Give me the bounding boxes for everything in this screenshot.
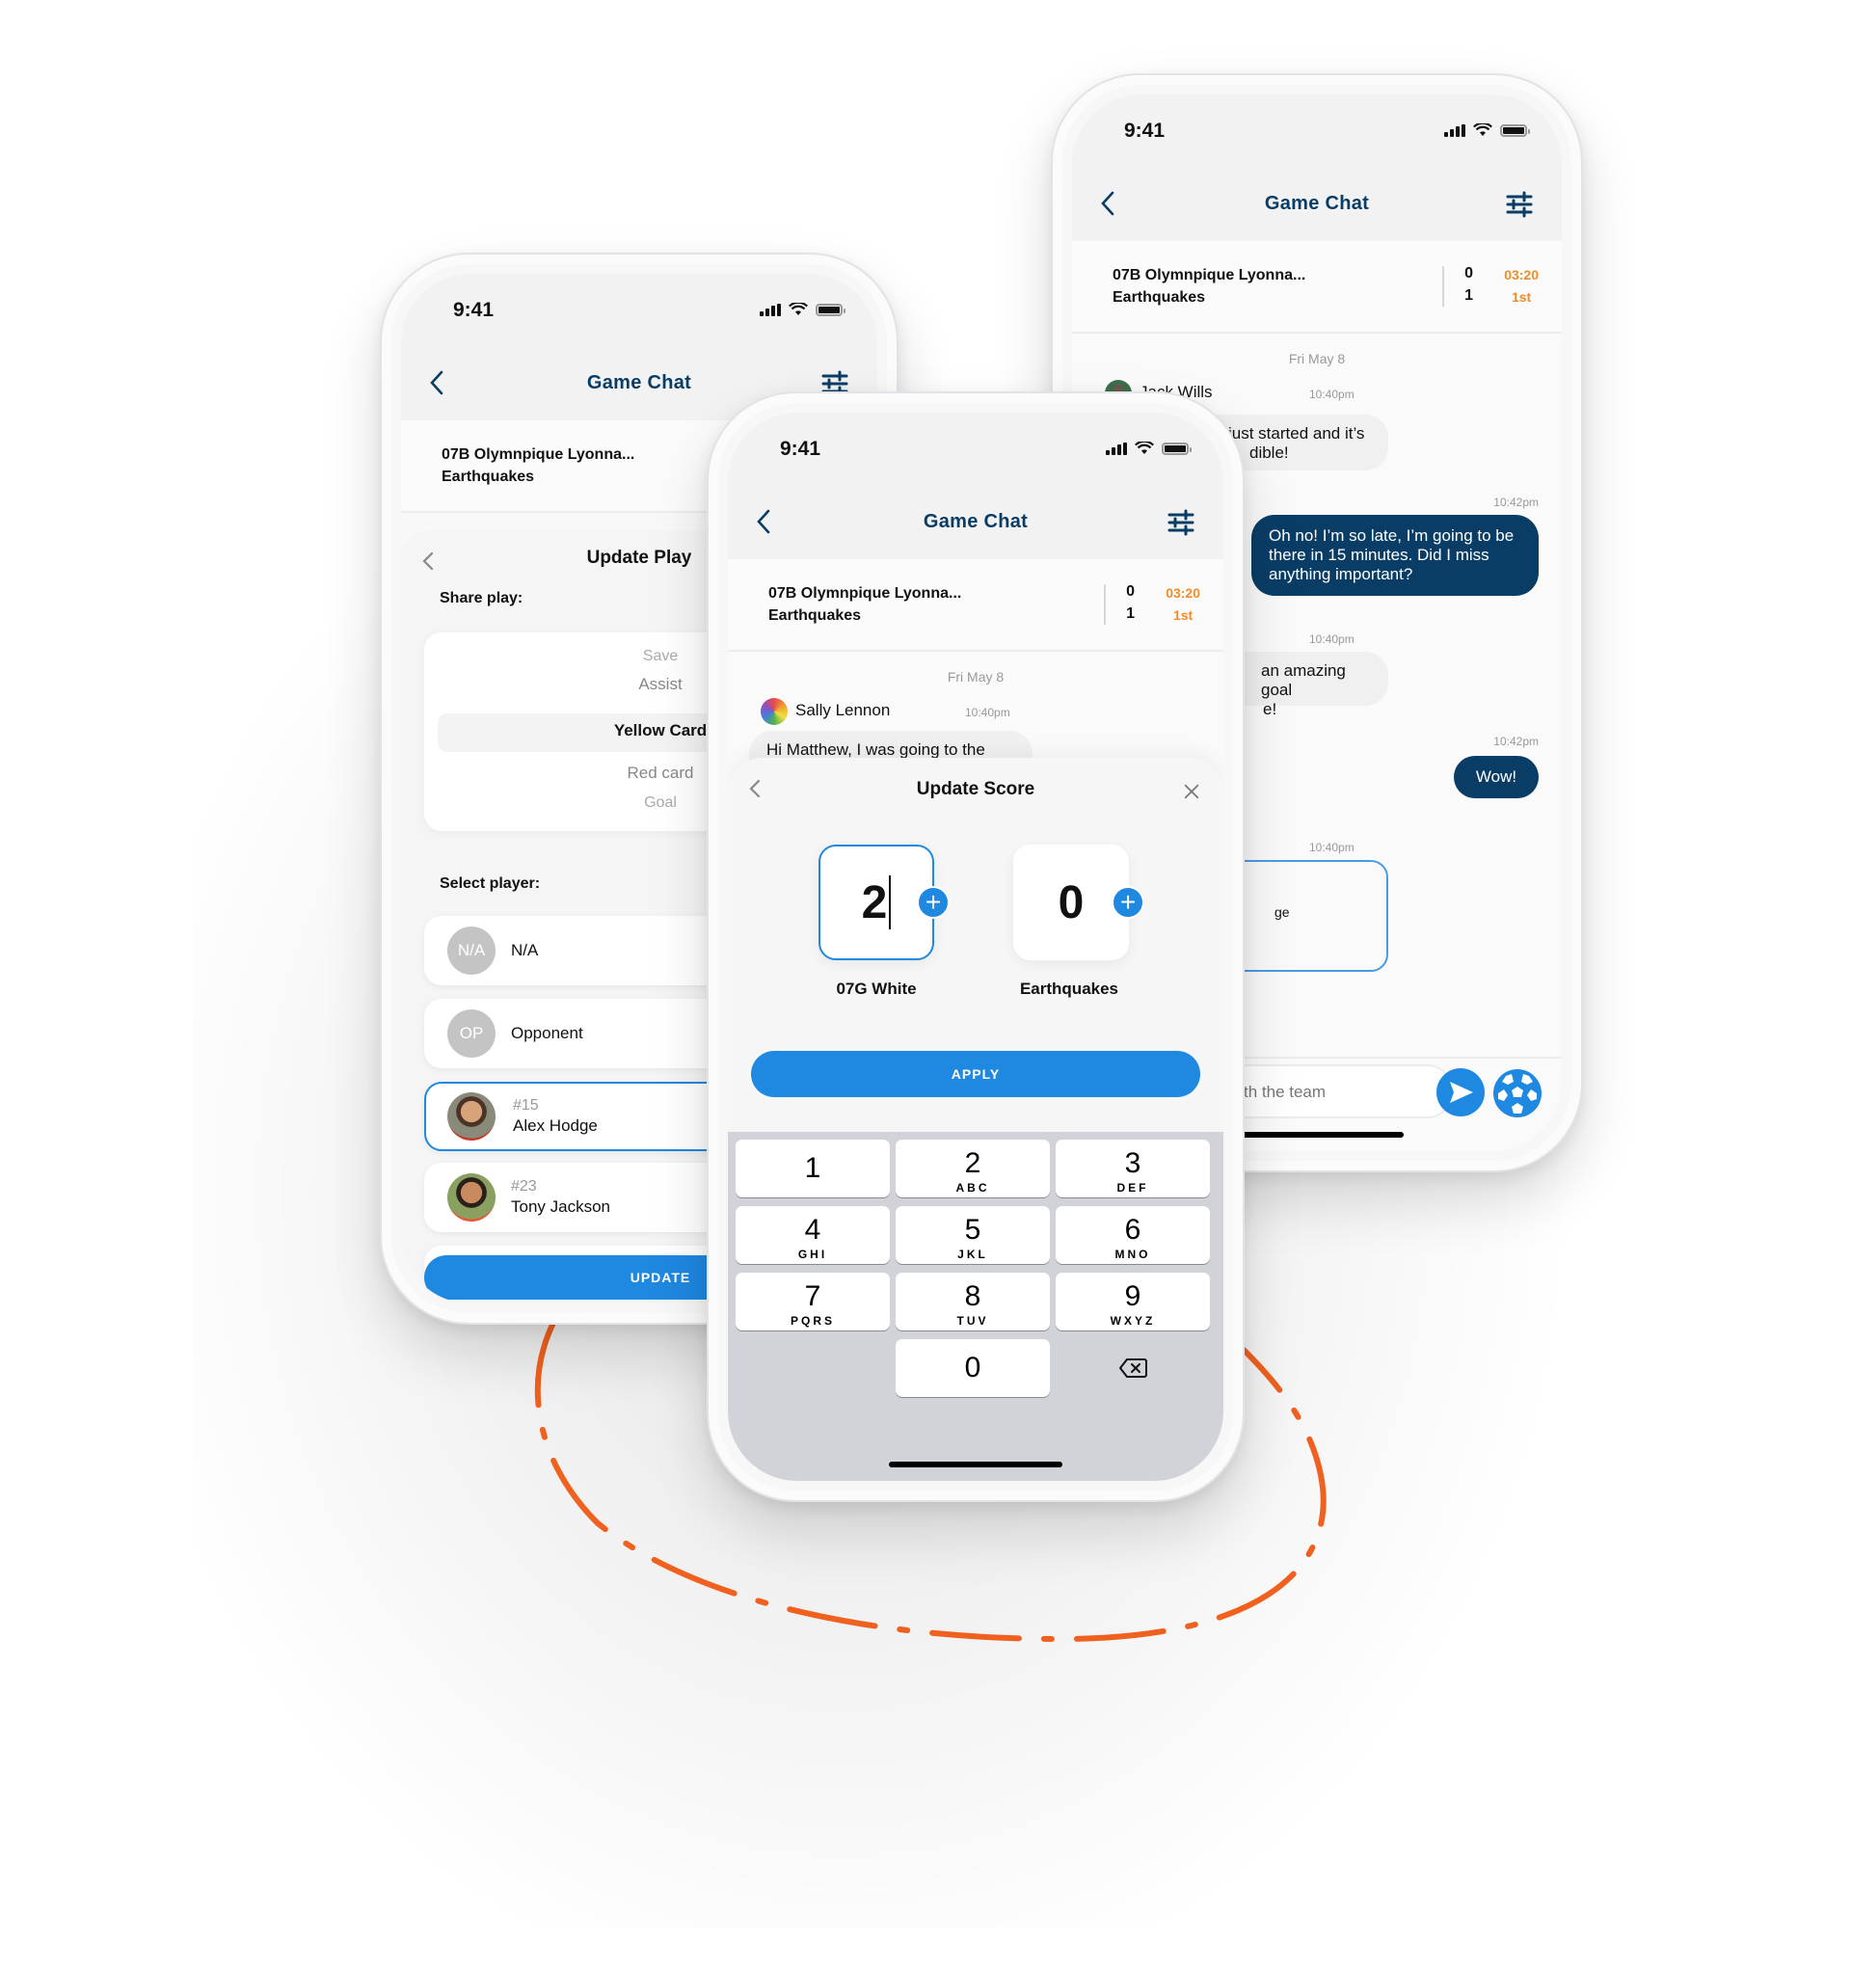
battery-icon <box>1162 442 1192 455</box>
away-score: 1 <box>1464 287 1473 304</box>
status-bar: 9:41 <box>728 413 1223 484</box>
cellular-signal-icon <box>1444 123 1465 137</box>
home-indicator <box>1230 1132 1404 1138</box>
message-time: 10:42pm <box>1493 496 1539 509</box>
key-6[interactable]: 6 MNO <box>1056 1206 1210 1264</box>
away-team-name: Earthquakes <box>442 469 535 485</box>
back-chevron-icon[interactable] <box>424 368 451 397</box>
avatar <box>447 1173 496 1222</box>
player-name: Alex Hodge <box>513 1116 598 1135</box>
page-title: Game Chat <box>586 371 692 393</box>
away-score: 1 <box>1126 605 1135 622</box>
screen-update-score: 9:41 Game Chat 07B Olymnpique Lyonna... E… <box>728 413 1223 1481</box>
key-0[interactable]: 0 <box>896 1339 1050 1397</box>
share-play-label: Share play: <box>440 590 523 606</box>
send-button[interactable] <box>1436 1068 1485 1116</box>
player-name: N/A <box>511 941 539 959</box>
send-icon <box>1450 1082 1473 1103</box>
home-team-name: 07B Olymnpique Lyonna... <box>1113 267 1306 283</box>
team-b-name: Earthquakes <box>1019 980 1119 998</box>
message-time: 10:40pm <box>1309 632 1355 646</box>
update-score-sheet: Update Score 2 + 07G White 0 + Earthquak… <box>728 758 1223 1132</box>
battery-icon <box>816 303 845 316</box>
key-7[interactable]: 7 PQRS <box>736 1273 890 1330</box>
avatar <box>447 1092 496 1141</box>
player-name: Opponent <box>511 1024 583 1042</box>
home-indicator <box>889 1462 1062 1467</box>
back-chevron-icon[interactable] <box>751 507 778 536</box>
soccer-ball-icon[interactable] <box>1492 1068 1542 1118</box>
wifi-icon <box>789 303 808 315</box>
filter-sliders-icon[interactable] <box>1506 191 1533 218</box>
key-4[interactable]: 4 GHI <box>736 1206 890 1264</box>
game-score-header[interactable]: 07B Olymnpique Lyonna... Earthquakes 0 1 0… <box>728 559 1223 652</box>
sender-name: Sally Lennon <box>795 701 891 719</box>
cellular-signal-icon <box>1106 442 1127 455</box>
avatar: OP <box>447 1009 496 1058</box>
delete-key[interactable] <box>1056 1339 1210 1397</box>
message-time: 10:40pm <box>1309 388 1355 401</box>
close-icon[interactable] <box>1183 783 1200 800</box>
page-title: Game Chat <box>1264 192 1370 214</box>
phone-center: 9:41 Game Chat 07B Olymnpique Lyonna... E… <box>707 391 1245 1502</box>
score-divider <box>1442 266 1444 307</box>
team-a-name: 07G White <box>836 980 917 998</box>
numeric-keypad: 1 2 ABC 3 DEF 4 GHI 5 JKL 6 MNO 7 PQRS 8 TUV 9W… <box>728 1132 1223 1481</box>
message-time: 10:40pm <box>1309 841 1355 854</box>
game-period: 1st <box>1172 607 1194 623</box>
page-title: Game Chat <box>923 510 1029 532</box>
text-caret <box>889 875 892 929</box>
nav-header: Game Chat <box>1072 166 1562 241</box>
avatar: N/A <box>447 927 496 975</box>
home-team-name: 07B Olymnpique Lyonna... <box>442 446 635 463</box>
status-time: 9:41 <box>1124 120 1166 142</box>
game-clock: 03:20 <box>1504 267 1539 282</box>
game-clock: 03:20 <box>1166 585 1200 601</box>
sheet-title: Update Score <box>916 779 1035 799</box>
team-b-increment-button[interactable]: + <box>1112 886 1144 919</box>
key-2[interactable]: 2 ABC <box>896 1140 1050 1197</box>
score-divider <box>1104 584 1106 625</box>
filter-sliders-icon[interactable] <box>1167 509 1194 536</box>
message-time: 10:42pm <box>1493 735 1539 748</box>
team-a-increment-button[interactable]: + <box>917 886 950 919</box>
away-team-name: Earthquakes <box>768 607 862 624</box>
message-header: Sally Lennon 10:40pm <box>728 694 1223 729</box>
key-9[interactable]: 9 WXYZ <box>1056 1273 1210 1330</box>
wifi-icon <box>1135 442 1154 454</box>
status-bar: 9:41 <box>1072 94 1562 166</box>
status-bar: 9:41 <box>401 274 877 345</box>
game-score-header[interactable]: 07B Olymnpique Lyonna... Earthquakes 0 1 0… <box>1072 241 1562 334</box>
key-5[interactable]: 5 JKL <box>896 1206 1050 1264</box>
home-team-name: 07B Olymnpique Lyonna... <box>768 585 962 602</box>
wifi-icon <box>1473 123 1492 136</box>
apply-button[interactable]: APPLY <box>751 1051 1200 1097</box>
player-number: #23 <box>511 1178 537 1195</box>
away-team-name: Earthquakes <box>1113 289 1206 306</box>
player-name: Tony Jackson <box>511 1197 610 1216</box>
battery-icon <box>1500 123 1530 137</box>
cellular-signal-icon <box>760 303 781 316</box>
key-8[interactable]: 8 TUV <box>896 1273 1050 1330</box>
message-bubble-outgoing[interactable]: Oh no! I’m so late, I’m going to be ther… <box>1251 515 1539 596</box>
date-separator: Fri May 8 <box>1288 351 1346 366</box>
game-period: 1st <box>1511 289 1532 305</box>
avatar[interactable] <box>761 698 788 725</box>
key-1[interactable]: 1 <box>736 1140 890 1197</box>
home-score: 0 <box>1464 265 1473 282</box>
backspace-icon <box>1119 1358 1147 1378</box>
home-score: 0 <box>1126 583 1135 600</box>
message-bubble-outgoing[interactable]: Wow! <box>1454 756 1539 798</box>
status-time: 9:41 <box>453 299 495 321</box>
back-chevron-icon[interactable] <box>1095 189 1122 218</box>
status-time: 9:41 <box>780 438 821 460</box>
select-player-label: Select player: <box>440 875 541 892</box>
message-time: 10:40pm <box>965 706 1010 719</box>
date-separator: Fri May 8 <box>947 669 1005 685</box>
key-3[interactable]: 3 DEF <box>1056 1140 1210 1197</box>
nav-header: Game Chat <box>728 484 1223 559</box>
player-number: #15 <box>513 1097 539 1114</box>
